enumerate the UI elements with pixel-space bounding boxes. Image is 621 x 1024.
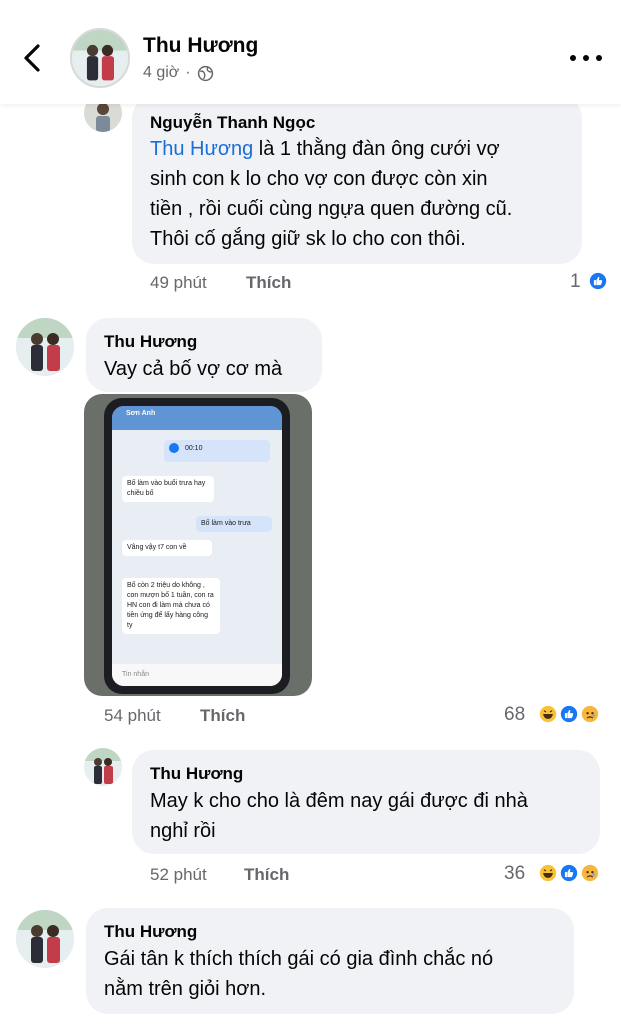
sad-icon xyxy=(579,703,601,725)
comment-author[interactable]: Thu Hương xyxy=(104,332,197,352)
comment-text-line: tiền , rồi cuối cùng ngựa quen đường cũ. xyxy=(150,198,513,220)
comment-text-line: Thôi cố gắng giữ sk lo cho con thôi. xyxy=(150,228,466,250)
haha-icon xyxy=(537,703,559,725)
chat-message: Vâng vậy t7 con về xyxy=(122,540,212,556)
reaction-count[interactable]: 1 xyxy=(570,271,581,293)
comment-time: 49 phút xyxy=(150,273,207,292)
haha-icon xyxy=(537,862,559,884)
chat-message: Bố còn 2 triệu do không , con mượn bố 1 … xyxy=(122,578,220,634)
author-avatar[interactable] xyxy=(70,28,130,88)
like-icon xyxy=(558,862,580,884)
comment-photo[interactable]: Sơn Anh 00:10 Bố làm vào buổi trưa hay c… xyxy=(84,394,312,696)
comment-time: 52 phút xyxy=(150,865,207,884)
comment-text-line: sinh con k lo cho vợ con được còn xin xyxy=(150,168,488,190)
post-time: 4 giờ xyxy=(143,64,180,81)
globe-icon xyxy=(197,65,213,81)
reaction-count[interactable]: 68 xyxy=(504,704,525,726)
comment-author[interactable]: Nguyễn Thanh Ngọc xyxy=(150,113,315,133)
post-header: Thu Hương 4 giờ · xyxy=(0,0,621,104)
back-icon[interactable] xyxy=(18,38,48,78)
comment-text-line: May k cho cho là đêm nay gái được đi nhà xyxy=(150,790,528,812)
chat-input: Tin nhắn xyxy=(112,664,282,686)
like-button[interactable]: Thích xyxy=(246,273,291,293)
comment-text: Vay cả bố vợ cơ mà xyxy=(104,358,283,380)
more-options-icon[interactable] xyxy=(570,48,602,68)
comment-author[interactable]: Thu Hương xyxy=(104,922,197,942)
comment-text: May k cho cho là đêm nay gái được đi nhà… xyxy=(150,786,590,846)
voice-message: 00:10 xyxy=(164,440,270,462)
like-button[interactable]: Thích xyxy=(244,865,289,885)
comment-text-line: Gái tân k thích thích gái có gia đình ch… xyxy=(104,948,494,970)
like-icon xyxy=(587,270,609,292)
comment-text-line: nghỉ rồi xyxy=(150,820,216,842)
comment-author[interactable]: Thu Hương xyxy=(150,764,243,784)
voice-duration: 00:10 xyxy=(184,444,203,452)
chat-title: Sơn Anh xyxy=(126,410,156,417)
play-icon xyxy=(169,443,179,453)
meta-separator: · xyxy=(185,64,191,81)
commenter-avatar[interactable] xyxy=(84,748,122,786)
like-button[interactable]: Thích xyxy=(200,706,245,726)
reaction-count[interactable]: 36 xyxy=(504,863,525,885)
post-meta: 4 giờ · xyxy=(143,64,214,82)
comment-text: Gái tân k thích thích gái có gia đình ch… xyxy=(104,944,570,1004)
commenter-avatar[interactable] xyxy=(16,318,74,376)
chat-screenshot: Sơn Anh 00:10 Bố làm vào buổi trưa hay c… xyxy=(112,406,282,686)
comment-text: Thu Hương là 1 thằng đàn ông cưới vợ sin… xyxy=(150,134,580,254)
chat-message: Bố làm vào buổi trưa hay chiều bố xyxy=(122,476,214,502)
comment-text-line: nằm trên giỏi hơn. xyxy=(104,978,267,1000)
comment-text-line: là 1 thằng đàn ông cưới vợ xyxy=(253,138,500,160)
sad-icon xyxy=(579,862,601,884)
author-name[interactable]: Thu Hương xyxy=(143,34,258,58)
chat-message: Bố làm vào trưa xyxy=(196,516,272,532)
mention-link[interactable]: Thu Hương xyxy=(150,138,253,160)
comment-time: 54 phút xyxy=(104,706,161,725)
commenter-avatar[interactable] xyxy=(16,910,74,968)
like-icon xyxy=(558,703,580,725)
